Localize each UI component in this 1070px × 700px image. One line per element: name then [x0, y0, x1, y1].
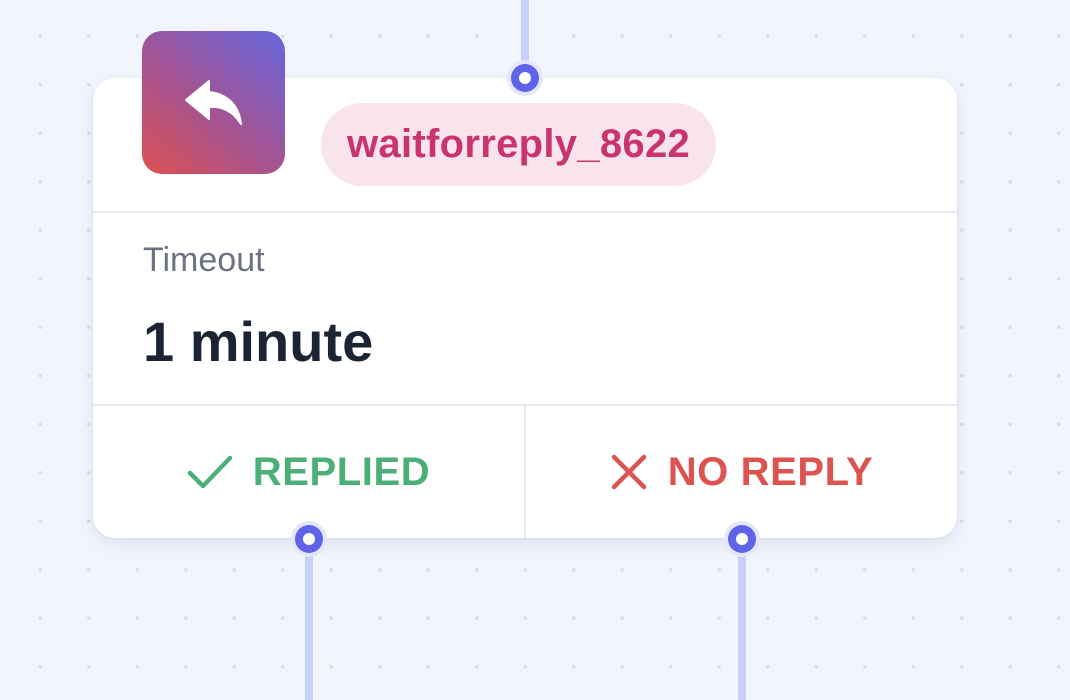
reply-arrow-icon: [184, 79, 242, 125]
incoming-connector-line: [521, 0, 529, 66]
replied-output-port[interactable]: [295, 525, 323, 553]
no-reply-connector-line: [738, 552, 746, 700]
no-reply-branch[interactable]: NO REPLY: [526, 406, 957, 538]
replied-branch-label: REPLIED: [252, 449, 431, 494]
no-reply-branch-label: NO REPLY: [667, 449, 874, 494]
node-branches: REPLIED NO REPLY: [93, 406, 957, 538]
replied-branch[interactable]: REPLIED: [93, 406, 526, 538]
input-port[interactable]: [511, 64, 539, 92]
replied-connector-line: [305, 552, 313, 700]
check-icon: [187, 455, 232, 489]
timeout-value[interactable]: 1 minute: [143, 309, 373, 374]
node-name: waitforreply_8622: [347, 122, 691, 166]
node-body: Timeout 1 minute: [93, 213, 957, 406]
x-icon: [611, 454, 646, 490]
no-reply-output-port[interactable]: [728, 525, 756, 553]
timeout-label: Timeout: [143, 241, 265, 279]
node-name-chip[interactable]: waitforreply_8622: [321, 103, 717, 186]
node-type-badge: [142, 31, 285, 174]
